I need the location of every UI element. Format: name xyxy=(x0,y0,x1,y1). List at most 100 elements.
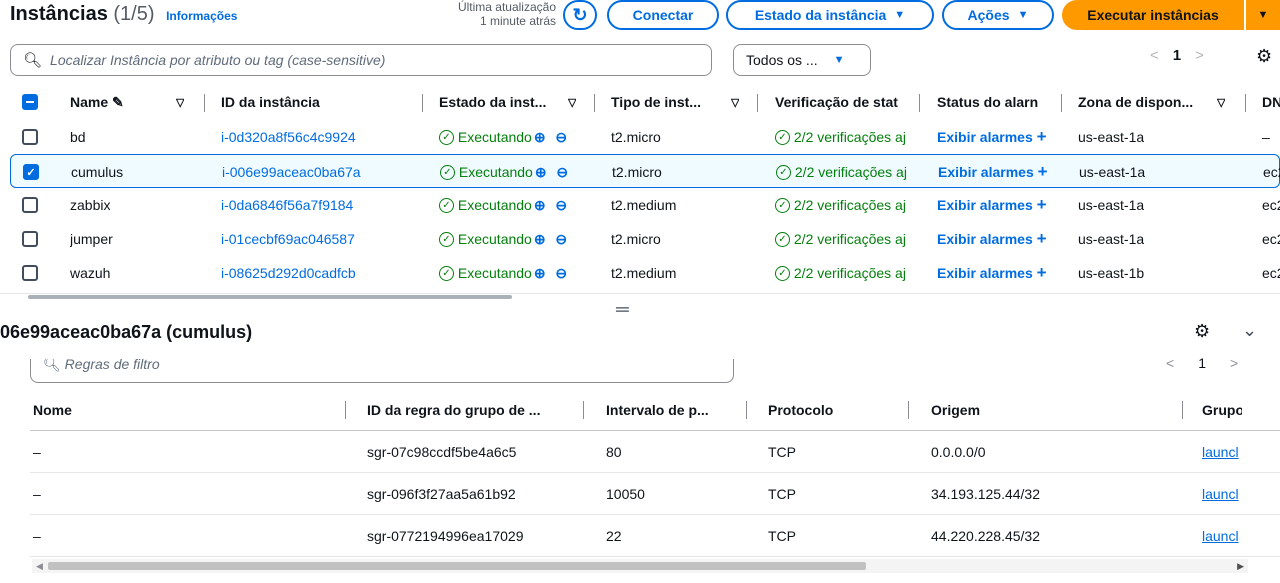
public-dns: ec2 xyxy=(1262,265,1280,281)
resize-handle-icon[interactable]: ═ xyxy=(616,299,629,320)
actions-button[interactable]: Ações ▼ xyxy=(942,0,1054,30)
row-checkbox[interactable]: ✓ xyxy=(23,155,39,189)
table-row[interactable]: jumper i-01cecbf69ac046587 ✓ Executando ⊕ ⊖… xyxy=(0,222,1280,256)
table-row: – sgr-096f3f27aa5a61b92 10050 TCP 34.193.125… xyxy=(30,473,1280,515)
rule-id: sgr-07c98ccdf5be4a6c5 xyxy=(367,444,517,460)
table-header: Name ✎ ▽ ID da instância Estado da inst.… xyxy=(0,85,1280,119)
sort-icon[interactable]: ▽ xyxy=(1217,85,1225,119)
instance-id-link[interactable]: i-0da6846f56a7f9184 xyxy=(221,188,353,222)
instance-id-link[interactable]: i-08625d292d0cadfcb xyxy=(221,256,356,290)
scroll-right-icon[interactable]: ▶ xyxy=(1237,559,1244,573)
scroll-left-icon[interactable]: ◀ xyxy=(36,559,43,573)
view-alarms-link[interactable]: Exibir alarmes + xyxy=(937,188,1047,222)
zoom-in-icon[interactable]: ⊕ xyxy=(534,197,546,214)
availability-zone: us-east-1a xyxy=(1078,197,1145,213)
col-port-range[interactable]: Intervalo de p... xyxy=(606,389,709,431)
status-check: ✓ 2/2 verificações aj xyxy=(775,256,907,290)
edit-icon: ✎ xyxy=(112,93,124,110)
check-circle-icon: ✓ xyxy=(775,265,790,281)
zoom-in-icon[interactable]: ⊕ xyxy=(534,231,546,248)
status-check: ✓ 2/2 verificações aj xyxy=(775,188,907,222)
panel-divider xyxy=(0,293,1280,294)
next-page-icon[interactable]: > xyxy=(1230,355,1238,371)
instance-state: ✓ Executando ⊕ ⊖ xyxy=(439,222,567,256)
table-row[interactable]: bd i-0d320a8f56c4c9924 ✓ Executando ⊕ ⊖ t2.m… xyxy=(0,120,1280,154)
page-number[interactable]: 1 xyxy=(1198,355,1206,371)
zoom-in-icon[interactable]: ⊕ xyxy=(535,164,547,181)
scrollbar-thumb[interactable] xyxy=(48,562,866,570)
search-icon: 🔍︎ xyxy=(43,359,61,372)
instance-type: t2.micro xyxy=(612,164,662,180)
sort-icon[interactable]: ▽ xyxy=(731,85,739,119)
instance-search-input[interactable]: 🔍︎ Localizar Instância por atributo ou t… xyxy=(10,44,712,76)
col-group[interactable]: Grupo xyxy=(1202,389,1242,431)
rule-id: sgr-0772194996ea17029 xyxy=(367,528,524,544)
instance-id-link[interactable]: i-0d320a8f56c4c9924 xyxy=(221,120,356,154)
col-protocol[interactable]: Protocolo xyxy=(768,389,833,431)
rule-search-input[interactable]: 🔍︎ Regras de filtro xyxy=(30,359,734,383)
instance-id-link[interactable]: i-006e99aceac0ba67a xyxy=(222,155,361,189)
caret-down-icon: ▼ xyxy=(1257,9,1269,21)
prev-page-icon[interactable]: < xyxy=(1166,355,1174,371)
table-scrollbar[interactable] xyxy=(28,295,512,299)
launch-instances-button[interactable]: Executar instâncias xyxy=(1062,0,1244,30)
gear-icon[interactable]: ⚙ xyxy=(1256,46,1272,67)
launch-dropdown-button[interactable]: ▼ xyxy=(1246,0,1280,30)
group-link[interactable]: launcl xyxy=(1202,515,1242,557)
zoom-out-icon[interactable]: ⊖ xyxy=(555,197,567,214)
col-state[interactable]: Estado da inst... xyxy=(439,85,546,119)
row-checkbox[interactable] xyxy=(22,188,38,222)
prev-page-icon[interactable]: < xyxy=(1150,47,1159,64)
row-checkbox[interactable] xyxy=(22,120,38,154)
pagination: < 1 > xyxy=(1150,47,1204,64)
view-alarms-link[interactable]: Exibir alarmes + xyxy=(938,155,1048,189)
zoom-out-icon[interactable]: ⊖ xyxy=(555,129,567,146)
zoom-in-icon[interactable]: ⊕ xyxy=(534,265,546,282)
group-link[interactable]: launcl xyxy=(1202,473,1242,515)
table-row[interactable]: wazuh i-08625d292d0cadfcb ✓ Executando ⊕ ⊖ t… xyxy=(0,256,1280,290)
col-alarm-status[interactable]: Status do alarn xyxy=(937,85,1047,119)
view-alarms-link[interactable]: Exibir alarmes + xyxy=(937,120,1047,154)
instance-name: zabbix xyxy=(70,197,111,213)
check-circle-icon: ✓ xyxy=(439,197,454,213)
origin: 34.193.125.44/32 xyxy=(931,486,1040,502)
instance-id-link[interactable]: i-01cecbf69ac046587 xyxy=(221,222,355,256)
state-filter-select[interactable]: Todos os ... ▼ xyxy=(733,44,871,76)
next-page-icon[interactable]: > xyxy=(1195,47,1204,64)
view-alarms-link[interactable]: Exibir alarmes + xyxy=(937,222,1047,256)
refresh-button[interactable]: ↻ xyxy=(563,0,597,30)
col-zone[interactable]: Zona de dispon... xyxy=(1078,85,1193,119)
instance-state-button[interactable]: Estado da instância ▼ xyxy=(726,0,934,30)
col-type[interactable]: Tipo de inst... xyxy=(611,85,701,119)
chevron-down-icon[interactable]: ⌄ xyxy=(1242,320,1257,341)
col-rule-id[interactable]: ID da regra do grupo de ... xyxy=(367,389,540,431)
gear-icon[interactable]: ⚙ xyxy=(1194,321,1210,342)
page-number[interactable]: 1 xyxy=(1173,47,1181,64)
table-row[interactable]: zabbix i-0da6846f56a7f9184 ✓ Executando ⊕ ⊖… xyxy=(0,188,1280,222)
zoom-out-icon[interactable]: ⊖ xyxy=(556,164,568,181)
col-instance-id[interactable]: ID da instância xyxy=(221,85,320,119)
col-status-check[interactable]: Verificação de stat xyxy=(775,85,905,119)
view-alarms-link[interactable]: Exibir alarmes + xyxy=(937,256,1047,290)
zoom-out-icon[interactable]: ⊖ xyxy=(555,265,567,282)
col-rule-name[interactable]: Nome xyxy=(33,389,72,431)
connect-button[interactable]: Conectar xyxy=(607,0,719,30)
plus-icon: + xyxy=(1037,162,1048,181)
rules-scrollbar[interactable]: ◀ ▶ xyxy=(32,559,1248,573)
sort-icon[interactable]: ▽ xyxy=(568,85,576,119)
col-name[interactable]: Name ✎ xyxy=(70,85,124,119)
plus-icon: + xyxy=(1036,263,1047,282)
select-all-checkbox[interactable] xyxy=(22,85,38,119)
col-origin[interactable]: Origem xyxy=(931,389,980,431)
public-dns: ec2 xyxy=(1262,231,1280,247)
col-dns[interactable]: DN xyxy=(1262,85,1280,119)
zoom-out-icon[interactable]: ⊖ xyxy=(555,231,567,248)
row-checkbox[interactable] xyxy=(22,256,38,290)
sort-icon[interactable]: ▽ xyxy=(176,85,184,119)
info-link[interactable]: Informações xyxy=(166,9,237,23)
row-checkbox[interactable] xyxy=(22,222,38,256)
zoom-in-icon[interactable]: ⊕ xyxy=(534,129,546,146)
group-link[interactable]: launcl xyxy=(1202,431,1242,473)
title-text: Instâncias xyxy=(10,3,108,25)
table-row[interactable]: ✓ cumulus i-006e99aceac0ba67a ✓ Executando ⊕… xyxy=(10,154,1280,188)
